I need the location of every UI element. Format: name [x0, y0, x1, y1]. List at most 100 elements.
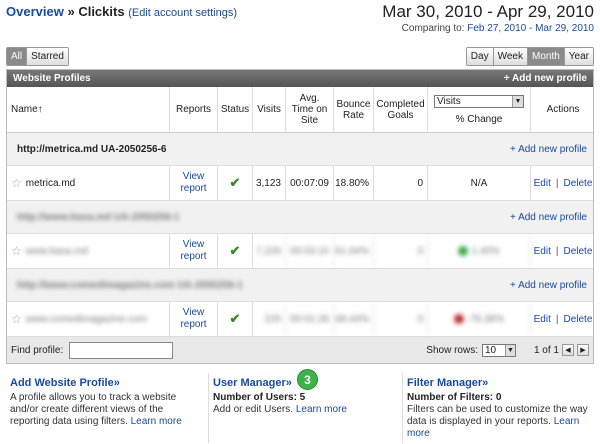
add-new-profile-link[interactable]: + Add new profile [510, 212, 587, 223]
filter-all-button[interactable]: All [7, 48, 28, 65]
profile-name: metrica.md [25, 177, 76, 189]
add-new-profile-header-link[interactable]: + Add new profile [504, 73, 587, 84]
breadcrumb-overview-link[interactable]: Overview [6, 4, 64, 19]
actions-cell: Edit | Delete [531, 302, 595, 336]
column-header-change: Visits ▼ % Change [428, 87, 531, 132]
delete-profile-link[interactable]: Delete [563, 314, 592, 325]
view-report-link[interactable]: View report [170, 166, 218, 200]
delete-profile-link[interactable]: Delete [563, 178, 592, 189]
add-new-profile-link[interactable]: + Add new profile [510, 280, 587, 291]
add-website-profile-link[interactable]: Add Website Profile» [10, 377, 204, 389]
find-profile-label: Find profile: [11, 344, 64, 356]
period-week-button[interactable]: Week [493, 48, 528, 65]
chevron-down-icon: ▼ [512, 95, 523, 107]
account-name: http://www.comedimagazine.com UA-2050256… [17, 279, 243, 291]
period-year-button[interactable]: Year [564, 48, 593, 65]
actions-cell: Edit | Delete [531, 234, 595, 268]
period-day-button[interactable]: Day [466, 48, 494, 65]
status-cell: ✔ [218, 166, 253, 200]
panel-description: A profile allows you to track a website … [10, 392, 204, 428]
change-value: 1.40% [471, 245, 500, 257]
column-header-bounce-rate[interactable]: Bounce Rate [334, 87, 374, 132]
profile-name-cell: ☆ metrica.md [7, 166, 170, 200]
visits-cell: 225 [253, 302, 286, 336]
checkmark-icon: ✔ [229, 175, 241, 190]
period-month-button[interactable]: Month [527, 48, 565, 65]
column-header-actions: Actions [546, 104, 580, 115]
avg-time-cell: 00:03:10 [286, 234, 334, 268]
star-icon[interactable]: ☆ [11, 312, 22, 326]
action-separator: | [555, 245, 559, 257]
profile-name-cell: ☆ www.comedimagazine.com [7, 302, 170, 336]
number-of-users: Number of Users: 5 [213, 392, 306, 403]
star-icon[interactable]: ☆ [11, 176, 22, 190]
account-group-row: http://www.basa.md UA-2050256-1 + Add ne… [7, 201, 593, 234]
prev-page-icon[interactable]: ◀ [562, 344, 574, 356]
column-header-name[interactable]: Name↑ [7, 87, 170, 132]
add-new-profile-link[interactable]: + Add new profile [510, 144, 587, 155]
bounce-rate-cell: 68.44% [334, 302, 374, 336]
avg-time-cell: 00:07:09 [286, 166, 334, 200]
edit-profile-link[interactable]: Edit [534, 314, 551, 325]
bounce-rate-cell: 61.64% [334, 234, 374, 268]
delete-profile-link[interactable]: Delete [563, 246, 592, 257]
find-profile-input[interactable] [69, 341, 174, 359]
page-title: Clickits [78, 4, 125, 19]
table-footer: Find profile: Show rows: 10 ▼ 1 of 1 ◀ ▶ [7, 337, 593, 363]
view-report-link[interactable]: View report [170, 302, 218, 336]
status-cell: ✔ [218, 302, 253, 336]
account-name: http://metrica.md UA-2050256-6 [17, 143, 167, 155]
panel-description-text: Add or edit Users. [213, 404, 294, 415]
date-range[interactable]: Mar 30, 2010 - Apr 29, 2010 [382, 2, 594, 22]
completed-goals-cell: 0 [374, 166, 428, 200]
pager: 1 of 1 ◀ ▶ [534, 344, 589, 356]
bounce-rate-cell: 18.80% [334, 166, 374, 200]
website-profiles-table: Website Profiles + Add new profile Name↑… [6, 69, 594, 364]
change-metric-select[interactable]: Visits ▼ [434, 94, 524, 108]
number-of-filters: Number of Filters: 0 [407, 392, 502, 403]
edit-profile-link[interactable]: Edit [534, 178, 551, 189]
comparing-dates: Feb 27, 2010 - Mar 29, 2010 [467, 23, 594, 34]
learn-more-link[interactable]: Learn more [296, 404, 347, 415]
action-separator: | [555, 177, 559, 189]
star-icon[interactable]: ☆ [11, 244, 22, 258]
comparison-range: Comparing to: Feb 27, 2010 - Mar 29, 201… [402, 23, 594, 34]
view-report-link[interactable]: View report [170, 234, 218, 268]
status-cell: ✔ [218, 234, 253, 268]
table-header-row: Name↑ Reports Status Visits Avg. Time on… [7, 87, 593, 133]
table-row: ☆ metrica.md View report ✔ 3,123 00:07:0… [7, 166, 593, 201]
edit-profile-link[interactable]: Edit [534, 246, 551, 257]
table-title: Website Profiles [13, 73, 91, 84]
column-header-avg-time[interactable]: Avg. Time on Site [286, 87, 334, 132]
column-header-completed-goals[interactable]: Completed Goals [374, 87, 428, 132]
profile-name: www.comedimagazine.com [25, 313, 147, 325]
user-manager-panel: User Manager» 3 Number of Users: 5 Add o… [208, 369, 402, 443]
column-header-visits[interactable]: Visits [253, 87, 286, 132]
completed-goals-cell: 0 [374, 234, 428, 268]
learn-more-link[interactable]: Learn more [131, 416, 182, 427]
avg-time-cell: 00:01:28 [286, 302, 334, 336]
change-cell: N/A [428, 166, 531, 200]
edit-account-settings-link[interactable]: (Edit account settings) [128, 7, 237, 19]
filter-manager-link[interactable]: Filter Manager» [407, 377, 590, 389]
table-title-bar: Website Profiles + Add new profile [7, 70, 593, 87]
filter-starred-button[interactable]: Starred [27, 48, 68, 65]
show-rows-value: 10 [484, 344, 497, 356]
management-panels: Add Website Profile» A profile allows yo… [6, 369, 594, 443]
checkmark-icon: ✔ [229, 311, 241, 326]
show-rows-select[interactable]: 10 ▼ [481, 343, 516, 357]
chevron-down-icon: ▼ [504, 344, 515, 356]
panel-description: Add or edit Users. Learn more [213, 404, 398, 416]
next-page-icon[interactable]: ▶ [577, 344, 589, 356]
change-header-label: % Change [455, 113, 503, 125]
change-metric-value: Visits [437, 95, 461, 107]
change-cell: 1.40% [428, 234, 531, 268]
action-separator: | [555, 313, 559, 325]
column-header-reports: Reports [170, 87, 218, 132]
table-row: ☆ www.basa.md View report ✔ 7,226 00:03:… [7, 234, 593, 269]
panel-description: Filters can be used to customize the way… [407, 404, 590, 440]
profile-filter-toggle: All Starred [6, 47, 69, 66]
account-group-row: http://metrica.md UA-2050256-6 + Add new… [7, 133, 593, 166]
add-website-profile-panel: Add Website Profile» A profile allows yo… [6, 373, 208, 443]
column-header-status[interactable]: Status [218, 87, 253, 132]
